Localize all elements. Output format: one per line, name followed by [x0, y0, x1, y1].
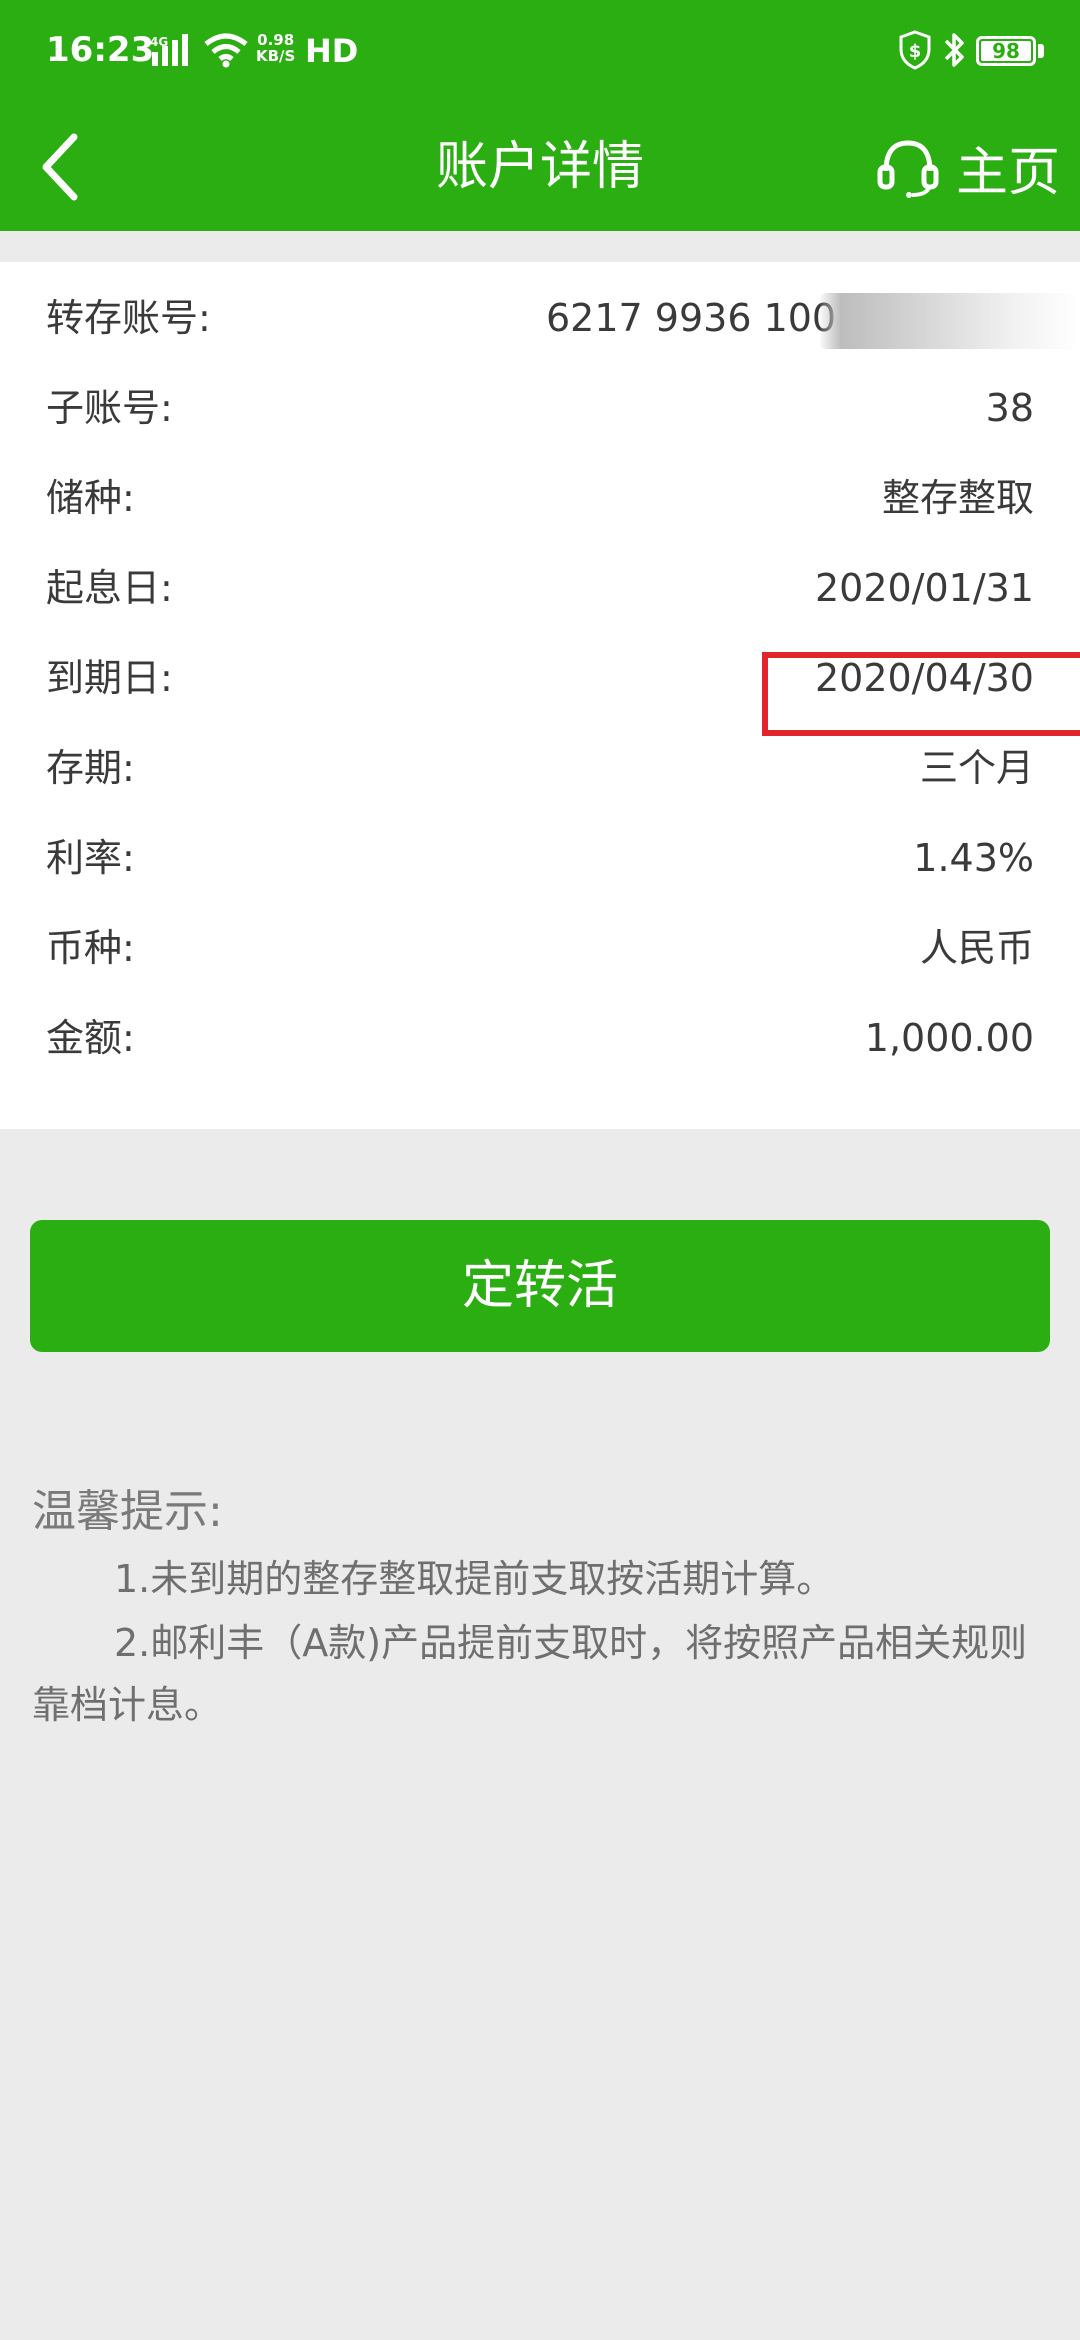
detail-row-account: 转存账号: 6217 9936 100 [0, 273, 1080, 363]
network-speed-unit: KB/S [256, 47, 296, 65]
convert-to-current-button[interactable]: 定转活 [30, 1220, 1050, 1352]
tips-title: 温馨提示: [32, 1486, 223, 1537]
home-button[interactable]: 主页 [876, 125, 1060, 209]
tip-item: 1.未到期的整存整取提前支取按活期计算。 [114, 1557, 835, 1601]
detail-value: 人民币 [919, 926, 1034, 970]
redaction-mask [820, 293, 1080, 349]
battery-icon: 98 [976, 36, 1036, 66]
battery-level: 98 [992, 39, 1020, 63]
detail-value: 整存整取 [881, 476, 1034, 520]
tip-item: 2.邮利丰（A款)产品提前支取时，将按照产品相关规则靠档计息。 [32, 1621, 1028, 1727]
detail-label: 存期: [46, 746, 135, 790]
svg-text:$: $ [909, 41, 922, 62]
wifi-icon [204, 33, 248, 68]
highlight-annotation [762, 652, 1080, 736]
signal-4g-icon: 4G [150, 34, 188, 66]
detail-value: 6217 9936 100 [546, 296, 837, 340]
headset-icon [877, 140, 939, 198]
status-time: 16:23 [46, 30, 155, 70]
shield-dollar-icon: $ [899, 30, 931, 70]
detail-label: 到期日: [46, 656, 173, 700]
nav-bar: 账户详情 主页 [0, 103, 1080, 231]
detail-value: 38 [985, 386, 1034, 430]
network-speed-value: 0.98 [257, 31, 295, 49]
back-arrow-icon[interactable] [38, 131, 82, 203]
network-speed: 0.98 KB/S [256, 32, 295, 64]
detail-row-start-date: 起息日: 2020/01/31 [0, 543, 1080, 633]
battery-tip [1038, 44, 1044, 58]
detail-value: 1.43% [913, 836, 1034, 880]
detail-label: 币种: [46, 926, 135, 970]
detail-row-subaccount: 子账号: 38 [0, 363, 1080, 453]
detail-label: 起息日: [46, 566, 173, 610]
detail-label: 子账号: [46, 386, 173, 430]
detail-row-currency: 币种: 人民币 [0, 903, 1080, 993]
detail-value: 2020/01/31 [814, 566, 1034, 610]
home-label: 主页 [956, 142, 1061, 203]
detail-value: 三个月 [919, 746, 1034, 790]
detail-row-amount: 金额: 1,000.00 [0, 993, 1080, 1083]
bluetooth-icon [944, 33, 964, 67]
status-bar: 16:23 4G 0.98 KB/S HD $ 98 [0, 0, 1080, 103]
detail-label: 转存账号: [46, 296, 211, 340]
detail-label: 金额: [46, 1016, 135, 1060]
detail-label: 利率: [46, 836, 135, 880]
detail-label: 储种: [46, 476, 135, 520]
hd-indicator: HD [305, 32, 359, 70]
detail-row-deposit-type: 储种: 整存整取 [0, 453, 1080, 543]
detail-value: 1,000.00 [864, 1016, 1034, 1060]
detail-row-term: 存期: 三个月 [0, 723, 1080, 813]
detail-row-rate: 利率: 1.43% [0, 813, 1080, 903]
